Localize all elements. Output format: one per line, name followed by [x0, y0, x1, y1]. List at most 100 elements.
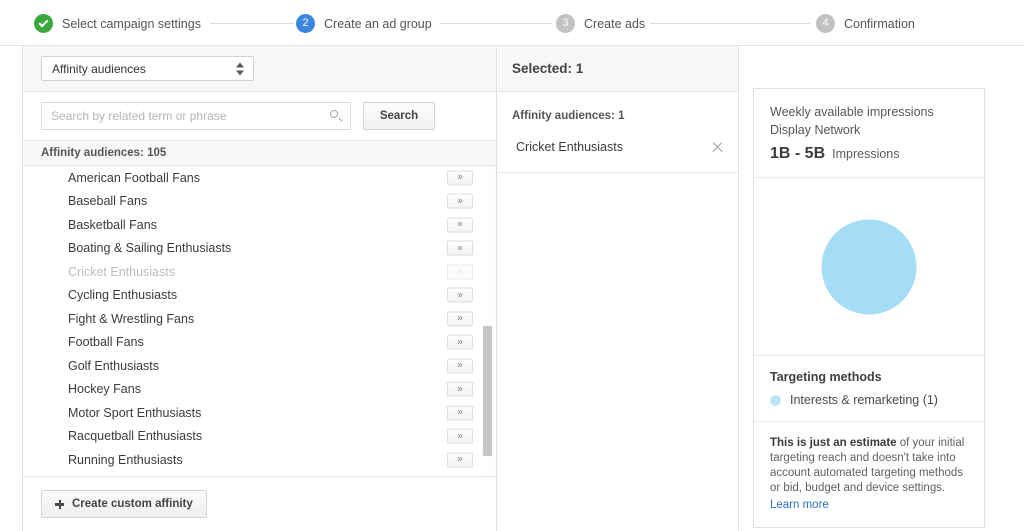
add-audience-button[interactable]: » — [447, 287, 473, 303]
selected-item-label: Cricket Enthusiasts — [516, 140, 623, 154]
audience-row-label: Cycling Enthusiasts — [68, 288, 178, 303]
step-complete-check-icon — [34, 14, 53, 33]
audience-row[interactable]: Cricket Enthusiasts » — [23, 260, 496, 284]
audience-row[interactable]: Golf Enthusiasts » — [23, 354, 496, 378]
step-2-label: Create an ad group — [324, 16, 432, 31]
audience-category-header: Affinity audiences — [23, 46, 496, 92]
targeting-workspace: Affinity audiences Search Affinity audie… — [0, 46, 1024, 531]
impressions-value-row: 1B - 5B Impressions — [770, 145, 968, 163]
updown-chevron-icon — [236, 62, 245, 75]
add-audience-button[interactable]: » — [447, 334, 473, 350]
selected-items: Cricket Enthusiasts — [498, 132, 738, 162]
reach-bubble-circle — [821, 219, 917, 314]
audience-row[interactable]: Motor Sport Enthusiasts » — [23, 401, 496, 425]
ad-group-targeting-screen: Select campaign settings 2 Create an ad … — [0, 0, 1024, 531]
audience-row-label: Basketball Fans — [68, 217, 157, 232]
step-3-label: Create ads — [584, 16, 646, 31]
remove-icon[interactable] — [711, 141, 724, 154]
create-custom-affinity-button[interactable]: Create custom affinity — [41, 490, 207, 518]
audience-list-scrollbar-track[interactable] — [483, 166, 494, 476]
audience-row-label: Cricket Enthusiasts — [68, 264, 175, 279]
audience-row-label: Racquetball Enthusiasts — [68, 429, 203, 444]
step-1-label: Select campaign settings — [62, 16, 201, 31]
audience-row[interactable]: Hockey Fans » — [23, 378, 496, 402]
audience-browse-panel: Affinity audiences Search Affinity audie… — [22, 46, 497, 531]
impressions-value: 1B - 5B — [770, 145, 826, 162]
audience-row[interactable]: Cycling Enthusiasts » — [23, 284, 496, 308]
audience-row-label: Hockey Fans — [68, 382, 141, 397]
audience-row[interactable]: Football Fans » — [23, 331, 496, 355]
audience-list-footer: Create custom affinity — [23, 476, 496, 531]
audience-search-field[interactable] — [41, 102, 351, 130]
step-select-campaign-settings[interactable]: Select campaign settings — [34, 14, 201, 33]
search-button[interactable]: Search — [363, 102, 435, 130]
step-number-2-icon: 2 — [296, 14, 315, 33]
add-audience-button[interactable]: » — [447, 428, 473, 444]
impressions-title: Weekly available impressions — [770, 105, 934, 119]
step-connector-2 — [440, 23, 552, 24]
search-icon — [330, 110, 343, 122]
targeting-methods-section: Targeting methods Interests & remarketin… — [754, 355, 984, 421]
audience-category-select[interactable]: Affinity audiences — [41, 56, 254, 81]
audience-row[interactable]: Boating & Sailing Enthusiasts » — [23, 237, 496, 261]
audience-row[interactable]: Fight & Wrestling Fans » — [23, 307, 496, 331]
step-confirmation[interactable]: 4 Confirmation — [816, 14, 915, 33]
audience-row-label: Running Enthusiasts — [68, 452, 183, 467]
add-audience-button[interactable]: » — [447, 358, 473, 374]
add-audience-button[interactable]: » — [447, 311, 473, 327]
step-connector-3 — [650, 23, 810, 24]
audience-row[interactable]: Basketball Fans » — [23, 213, 496, 237]
audience-row[interactable]: Racquetball Enthusiasts » — [23, 425, 496, 449]
audience-list-rows: American Football Fans» Baseball Fans» Bas… — [23, 166, 496, 472]
targeting-methods-legend: Interests & remarketing (1) — [770, 393, 968, 407]
step-number-4-icon: 4 — [816, 14, 835, 33]
audience-row-label: Golf Enthusiasts — [68, 358, 160, 373]
estimate-disclaimer: This is just an estimate of your initial… — [770, 436, 968, 513]
selected-group-label: Affinity audiences: 1 — [512, 110, 625, 122]
reach-bubble-section — [754, 177, 984, 355]
plus-icon — [55, 499, 64, 509]
add-audience-button[interactable]: » — [447, 240, 473, 256]
step-4-label: Confirmation — [844, 16, 915, 31]
disclaimer-section: This is just an estimate of your initial… — [754, 421, 984, 527]
add-audience-button[interactable]: » — [447, 452, 473, 468]
step-connector-1 — [210, 23, 294, 24]
add-audience-button[interactable]: » — [447, 381, 473, 397]
audience-row[interactable]: Running Enthusiasts » — [23, 448, 496, 472]
add-audience-button[interactable]: » — [447, 405, 473, 421]
audience-row-label: Motor Sport Enthusiasts — [68, 405, 202, 420]
targeting-method-label: Interests & remarketing (1) — [790, 393, 938, 407]
step-create-ads[interactable]: 3 Create ads — [556, 14, 645, 33]
add-audience-button: » — [447, 264, 473, 280]
impressions-unit: Impressions — [832, 147, 900, 161]
legend-swatch-icon — [770, 394, 781, 406]
impressions-section: Weekly available impressions Display Net… — [754, 89, 984, 177]
audience-list-scrollbar-thumb[interactable] — [483, 326, 492, 456]
step-number-3-icon: 3 — [556, 14, 575, 33]
audience-row[interactable]: Baseball Fans » — [23, 190, 496, 214]
targeting-methods-title: Targeting methods — [770, 370, 882, 384]
impressions-network: Display Network — [770, 123, 861, 137]
selected-panel-divider — [498, 172, 739, 173]
create-custom-affinity-label: Create custom affinity — [72, 498, 193, 510]
selected-item: Cricket Enthusiasts — [498, 132, 738, 162]
learn-more-link[interactable]: Learn more — [770, 498, 829, 513]
audience-row-label: Baseball Fans — [68, 194, 148, 209]
step-create-an-ad-group[interactable]: 2 Create an ad group — [296, 14, 432, 33]
disclaimer-bold-text: This is just an estimate — [770, 437, 897, 449]
selected-count-header: Selected: 1 — [498, 46, 738, 92]
targeting-method-row: Interests & remarketing (1) — [770, 393, 968, 407]
audience-row-label: Boating & Sailing Enthusiasts — [68, 241, 232, 256]
audience-search-row: Search — [23, 92, 496, 141]
audience-list-count-header: Affinity audiences: 105 — [23, 141, 496, 166]
add-audience-button[interactable]: » — [447, 217, 473, 233]
add-audience-button[interactable]: » — [447, 193, 473, 209]
audience-list: American Football Fans» Baseball Fans» Bas… — [23, 166, 496, 476]
audience-row[interactable]: American Football Fans » — [23, 166, 496, 190]
add-audience-button[interactable]: » — [447, 170, 473, 186]
reach-estimate-card: Weekly available impressions Display Net… — [753, 88, 985, 528]
audience-row-label: Fight & Wrestling Fans — [68, 311, 195, 326]
audience-category-select-value: Affinity audiences — [52, 61, 146, 76]
selected-audiences-panel: Selected: 1 Affinity audiences: 1 Cricke… — [498, 46, 739, 531]
search-input[interactable] — [42, 103, 350, 129]
